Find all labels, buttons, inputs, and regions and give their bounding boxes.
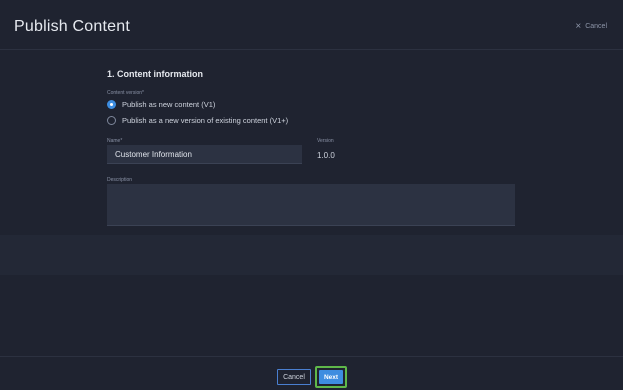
background-band [0, 235, 623, 275]
radio-new-content[interactable]: Publish as new content (V1) [107, 100, 215, 109]
radio-new-version[interactable]: Publish as a new version of existing con… [107, 116, 288, 125]
content-version-label: Content version* [107, 90, 144, 96]
name-input[interactable] [107, 145, 302, 164]
header-cancel-button[interactable]: × Cancel [575, 21, 607, 32]
next-button[interactable]: Next [319, 370, 343, 384]
description-label: Description [107, 177, 133, 183]
footer-bar: Cancel Next [0, 356, 623, 390]
cancel-button[interactable]: Cancel [277, 369, 311, 385]
next-button-highlight: Next [315, 366, 347, 388]
section-title: 1. Content information [107, 69, 203, 79]
close-icon: × [575, 21, 582, 32]
radio-new-content-label: Publish as new content (V1) [122, 100, 216, 109]
radio-checked-icon[interactable] [107, 100, 116, 109]
radio-new-version-label: Publish as a new version of existing con… [122, 116, 289, 125]
description-textarea[interactable] [107, 184, 515, 226]
version-label: Version [317, 138, 334, 144]
name-label: Name* [107, 138, 123, 144]
version-value: 1.0.0 [317, 151, 335, 160]
header-cancel-label: Cancel [585, 23, 607, 30]
header-bar: Publish Content × Cancel [0, 10, 623, 50]
page-title: Publish Content [14, 18, 130, 35]
radio-unchecked-icon[interactable] [107, 116, 116, 125]
